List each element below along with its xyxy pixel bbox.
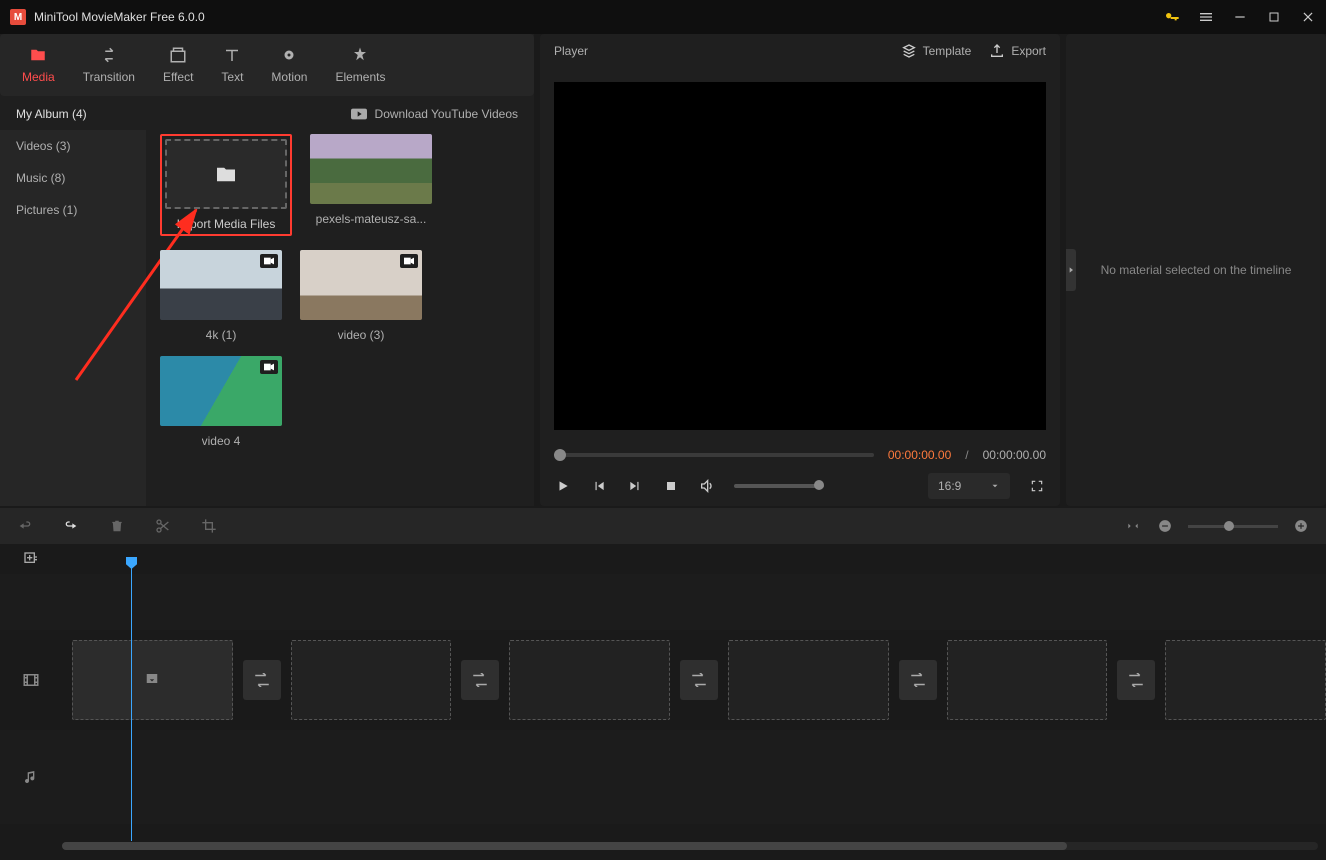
media-thumb[interactable]	[310, 134, 432, 204]
app-logo: M	[10, 9, 26, 25]
media-item[interactable]: 4k (1)	[160, 250, 282, 342]
scrub-head[interactable]	[554, 449, 566, 461]
collapse-panel-button[interactable]	[1066, 249, 1076, 291]
zoom-slider[interactable]	[1188, 525, 1278, 528]
redo-button[interactable]	[62, 517, 80, 535]
close-icon[interactable]	[1300, 9, 1316, 25]
auto-fit-button[interactable]	[1124, 517, 1142, 535]
export-button[interactable]: Export	[989, 43, 1046, 59]
clip-slot[interactable]	[728, 640, 889, 720]
media-thumb[interactable]	[160, 356, 282, 426]
import-label: Import Media Files	[177, 217, 276, 231]
media-thumb[interactable]	[300, 250, 422, 320]
playhead[interactable]	[131, 557, 132, 841]
video-track[interactable]	[62, 630, 1326, 730]
volume-slider[interactable]	[734, 484, 824, 488]
player-screen[interactable]	[554, 82, 1046, 430]
clip-slot[interactable]	[291, 640, 452, 720]
zoom-out-button[interactable]	[1156, 517, 1174, 535]
play-button[interactable]	[554, 477, 572, 495]
audio-track-icon	[23, 768, 39, 786]
timeline	[0, 544, 1326, 858]
media-grid: Import Media Files pexels-mateusz-sa... …	[146, 130, 534, 452]
sidebar-item-myalbum[interactable]: My Album (4)	[0, 98, 146, 130]
import-media-button[interactable]	[165, 139, 287, 209]
media-label: 4k (1)	[206, 328, 237, 342]
audio-track[interactable]	[62, 730, 1326, 824]
time-separator: /	[965, 448, 968, 462]
properties-panel: No material selected on the timeline	[1066, 34, 1326, 506]
tab-transition[interactable]: Transition	[69, 34, 149, 96]
zoom-in-button[interactable]	[1292, 517, 1310, 535]
empty-state-text: No material selected on the timeline	[1101, 263, 1292, 277]
tab-text[interactable]: Text	[207, 34, 257, 96]
player-title: Player	[554, 44, 588, 58]
video-badge-icon	[260, 254, 278, 268]
fullscreen-button[interactable]	[1028, 477, 1046, 495]
tab-effect[interactable]: Effect	[149, 34, 207, 96]
media-item[interactable]: video (3)	[300, 250, 422, 342]
undo-button[interactable]	[16, 517, 34, 535]
scrub-track[interactable]	[554, 453, 874, 457]
maximize-icon[interactable]	[1266, 9, 1282, 25]
titlebar: M MiniTool MovieMaker Free 6.0.0	[0, 0, 1326, 34]
media-label: pexels-mateusz-sa...	[316, 212, 427, 226]
time-total: 00:00:00.00	[983, 448, 1046, 462]
media-thumb[interactable]	[160, 250, 282, 320]
media-label: video (3)	[338, 328, 385, 342]
volume-icon[interactable]	[698, 477, 716, 495]
template-button[interactable]: Template	[901, 43, 972, 59]
sidebar-item-pictures[interactable]: Pictures (1)	[0, 194, 146, 226]
video-badge-icon	[260, 360, 278, 374]
video-badge-icon	[400, 254, 418, 268]
upgrade-key-icon[interactable]	[1164, 9, 1180, 25]
transition-slot[interactable]	[461, 660, 499, 700]
video-track-icon	[22, 671, 40, 689]
sidebar-item-videos[interactable]: Videos (3)	[0, 130, 146, 162]
delete-button[interactable]	[108, 517, 126, 535]
clip-slot[interactable]	[509, 640, 670, 720]
text-track[interactable]	[62, 574, 1326, 630]
time-current: 00:00:00.00	[888, 448, 951, 462]
editor-toolbar	[0, 508, 1326, 544]
split-button[interactable]	[154, 517, 172, 535]
transition-slot[interactable]	[899, 660, 937, 700]
tab-media[interactable]: Media	[8, 34, 69, 96]
timeline-scrollbar[interactable]	[62, 842, 1318, 850]
tab-motion[interactable]: Motion	[257, 34, 321, 96]
minimize-icon[interactable]	[1232, 9, 1248, 25]
prev-frame-button[interactable]	[590, 477, 608, 495]
app-title: MiniTool MovieMaker Free 6.0.0	[34, 10, 205, 24]
import-highlight: Import Media Files	[160, 134, 292, 236]
download-youtube-link[interactable]: Download YouTube Videos	[375, 107, 518, 121]
tab-elements[interactable]: Elements	[321, 34, 399, 96]
menu-icon[interactable]	[1198, 9, 1214, 25]
sidebar-item-music[interactable]: Music (8)	[0, 162, 146, 194]
transition-slot[interactable]	[680, 660, 718, 700]
toolbar-tabs: Media Transition Effect Text Motion Elem…	[0, 34, 534, 96]
next-frame-button[interactable]	[626, 477, 644, 495]
add-track-button[interactable]	[22, 550, 40, 568]
stop-button[interactable]	[662, 477, 680, 495]
chevron-down-icon	[990, 481, 1000, 491]
aspect-ratio-select[interactable]: 16:9	[928, 473, 1010, 499]
download-youtube-icon	[351, 108, 367, 120]
clip-slot[interactable]	[947, 640, 1108, 720]
clip-slot[interactable]	[72, 640, 233, 720]
transition-slot[interactable]	[1117, 660, 1155, 700]
media-item[interactable]: pexels-mateusz-sa...	[310, 134, 432, 236]
crop-button[interactable]	[200, 517, 218, 535]
media-label: video 4	[202, 434, 241, 448]
media-sidebar: My Album (4) Videos (3) Music (8) Pictur…	[0, 98, 146, 506]
transition-slot[interactable]	[243, 660, 281, 700]
clip-slot[interactable]	[1165, 640, 1326, 720]
timeline-ruler[interactable]	[62, 544, 1326, 574]
media-item[interactable]: video 4	[160, 356, 282, 448]
